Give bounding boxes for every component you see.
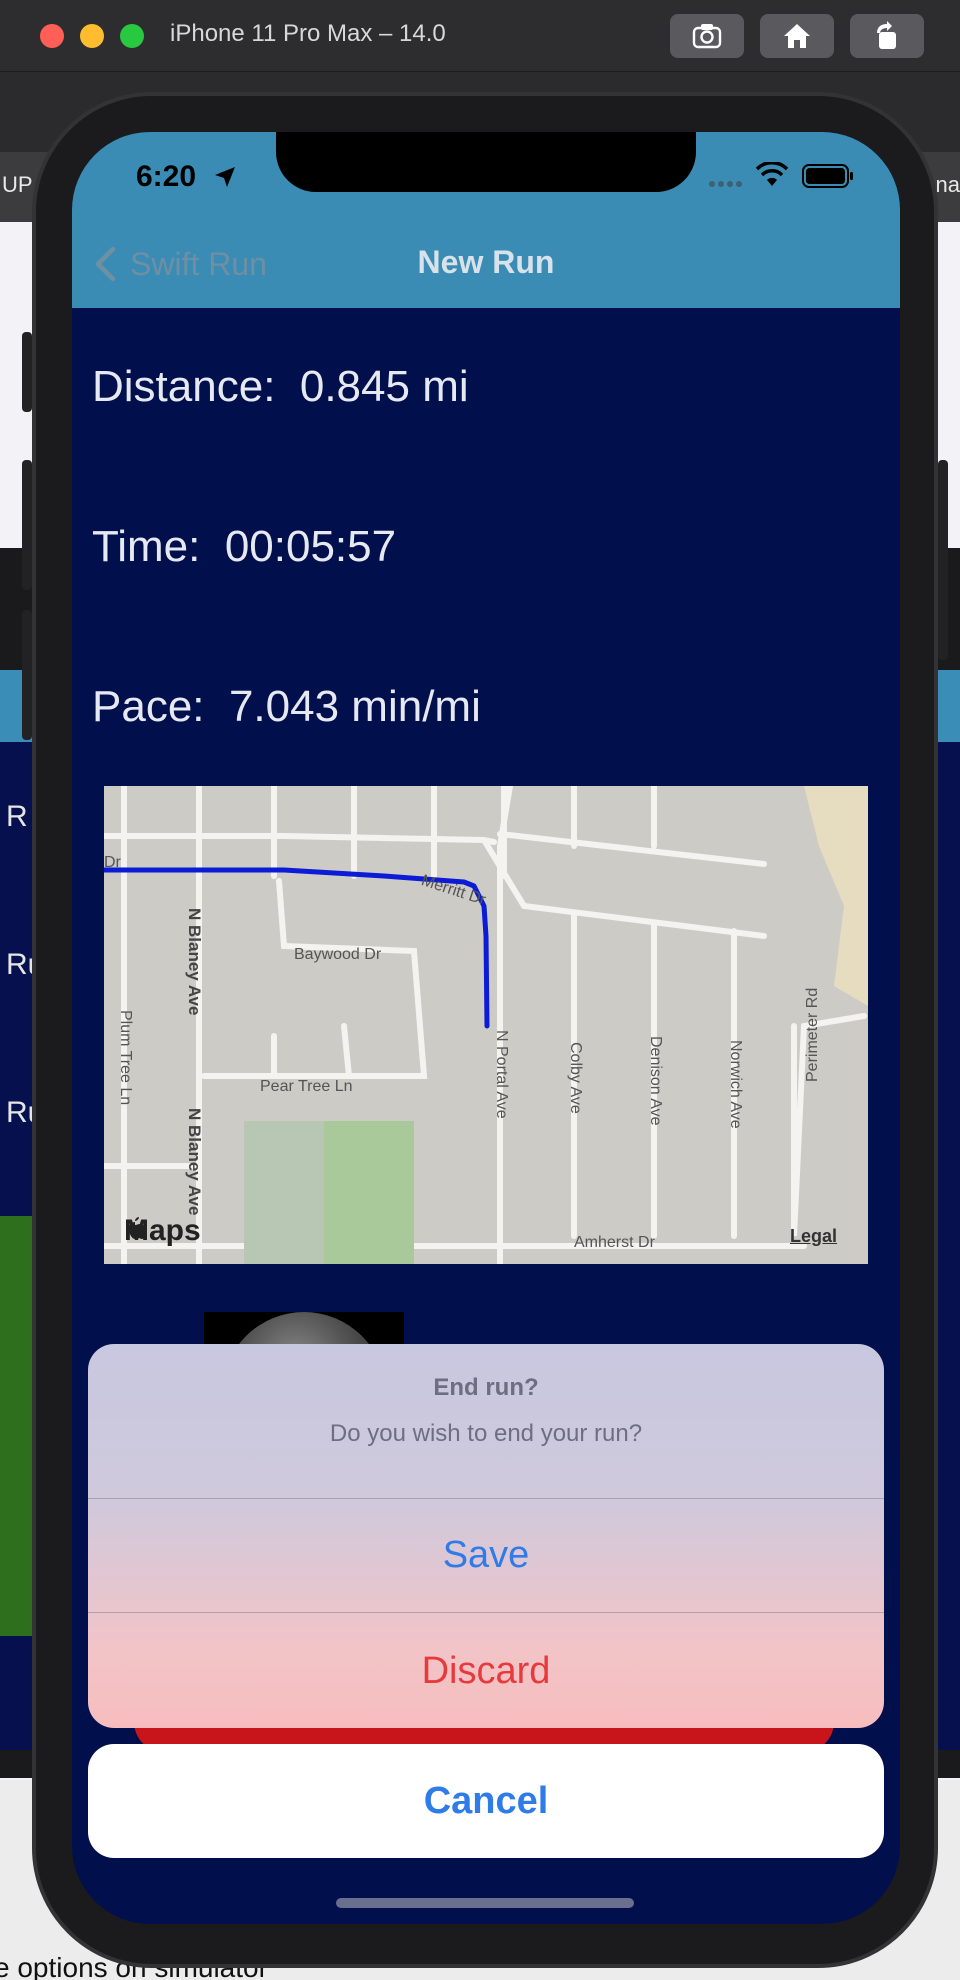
- screenshot-icon: [692, 24, 722, 49]
- screenshot-button[interactable]: [670, 14, 744, 58]
- background-strip-text-left: UP: [2, 172, 33, 197]
- map-label: Norwich Ave: [727, 1040, 744, 1129]
- save-button[interactable]: Save: [88, 1498, 884, 1612]
- map-label: Plum Tree Ln: [117, 1010, 134, 1106]
- window-minimize-button[interactable]: [80, 24, 104, 48]
- map-label: Amherst Dr: [574, 1234, 655, 1251]
- apple-maps-logo: Maps: [124, 1214, 201, 1248]
- divider: [88, 1612, 884, 1613]
- map-streets: [104, 786, 868, 1264]
- volume-down-button: [22, 610, 32, 740]
- map-label: Baywood Dr: [294, 946, 382, 963]
- apple-icon: [129, 1217, 146, 1239]
- pace-label: Pace: 7.043 min/mi: [92, 682, 481, 731]
- device-notch: [276, 132, 696, 192]
- distance-label: Distance: 0.845 mi: [92, 362, 469, 411]
- end-run-action-sheet: End run? Do you wish to end your run? Sa…: [88, 1344, 884, 1728]
- route-map[interactable]: Dr Merritt Dr Baywood Dr Pear Tree Ln Pl…: [104, 786, 868, 1264]
- nav-title: New Run: [417, 244, 555, 280]
- mute-switch: [22, 332, 32, 412]
- volume-up-button: [22, 460, 32, 590]
- discard-button[interactable]: Discard: [88, 1614, 884, 1728]
- wifi-icon: [756, 162, 788, 186]
- map-label: Dr: [104, 854, 121, 871]
- battery-icon: [802, 164, 853, 188]
- side-button: [938, 460, 948, 660]
- window-zoom-button[interactable]: [120, 24, 144, 48]
- location-arrow-icon: [215, 167, 235, 187]
- map-label: N Blaney Ave: [185, 1108, 204, 1216]
- action-sheet-header: End run? Do you wish to end your run?: [88, 1344, 884, 1498]
- map-label: Denison Ave: [647, 1036, 664, 1126]
- map-legal-link[interactable]: Legal: [790, 1226, 837, 1247]
- window-close-button[interactable]: [40, 24, 64, 48]
- home-indicator[interactable]: [336, 1898, 634, 1908]
- map-label: Colby Ave: [567, 1042, 584, 1114]
- app-screen: 6:20 Swift Run New Run Distance: 0.845 m…: [72, 132, 900, 1924]
- cancel-button[interactable]: Cancel: [88, 1744, 884, 1858]
- home-icon: [784, 24, 810, 48]
- map-label: N Blaney Ave: [185, 908, 204, 1016]
- background-side-text: R: [6, 800, 28, 833]
- simulator-title: iPhone 11 Pro Max – 14.0: [170, 20, 446, 47]
- cellular-signal-icon: [709, 181, 742, 187]
- action-sheet-message: Do you wish to end your run?: [329, 1420, 643, 1447]
- time-label: Time: 00:05:57: [92, 522, 397, 571]
- map-label: Perimeter Rd: [804, 987, 821, 1082]
- rotate-icon: [877, 21, 896, 49]
- map-label: N Portal Ave: [493, 1030, 510, 1119]
- rotate-button[interactable]: [850, 14, 924, 58]
- home-button[interactable]: [760, 14, 834, 58]
- simulator-titlebar: iPhone 11 Pro Max – 14.0: [0, 0, 960, 72]
- map-label: Pear Tree Ln: [260, 1078, 353, 1095]
- action-sheet-title: End run?: [433, 1374, 539, 1401]
- background-strip-text-right: na: [935, 172, 960, 197]
- status-time: 6:20: [136, 160, 197, 193]
